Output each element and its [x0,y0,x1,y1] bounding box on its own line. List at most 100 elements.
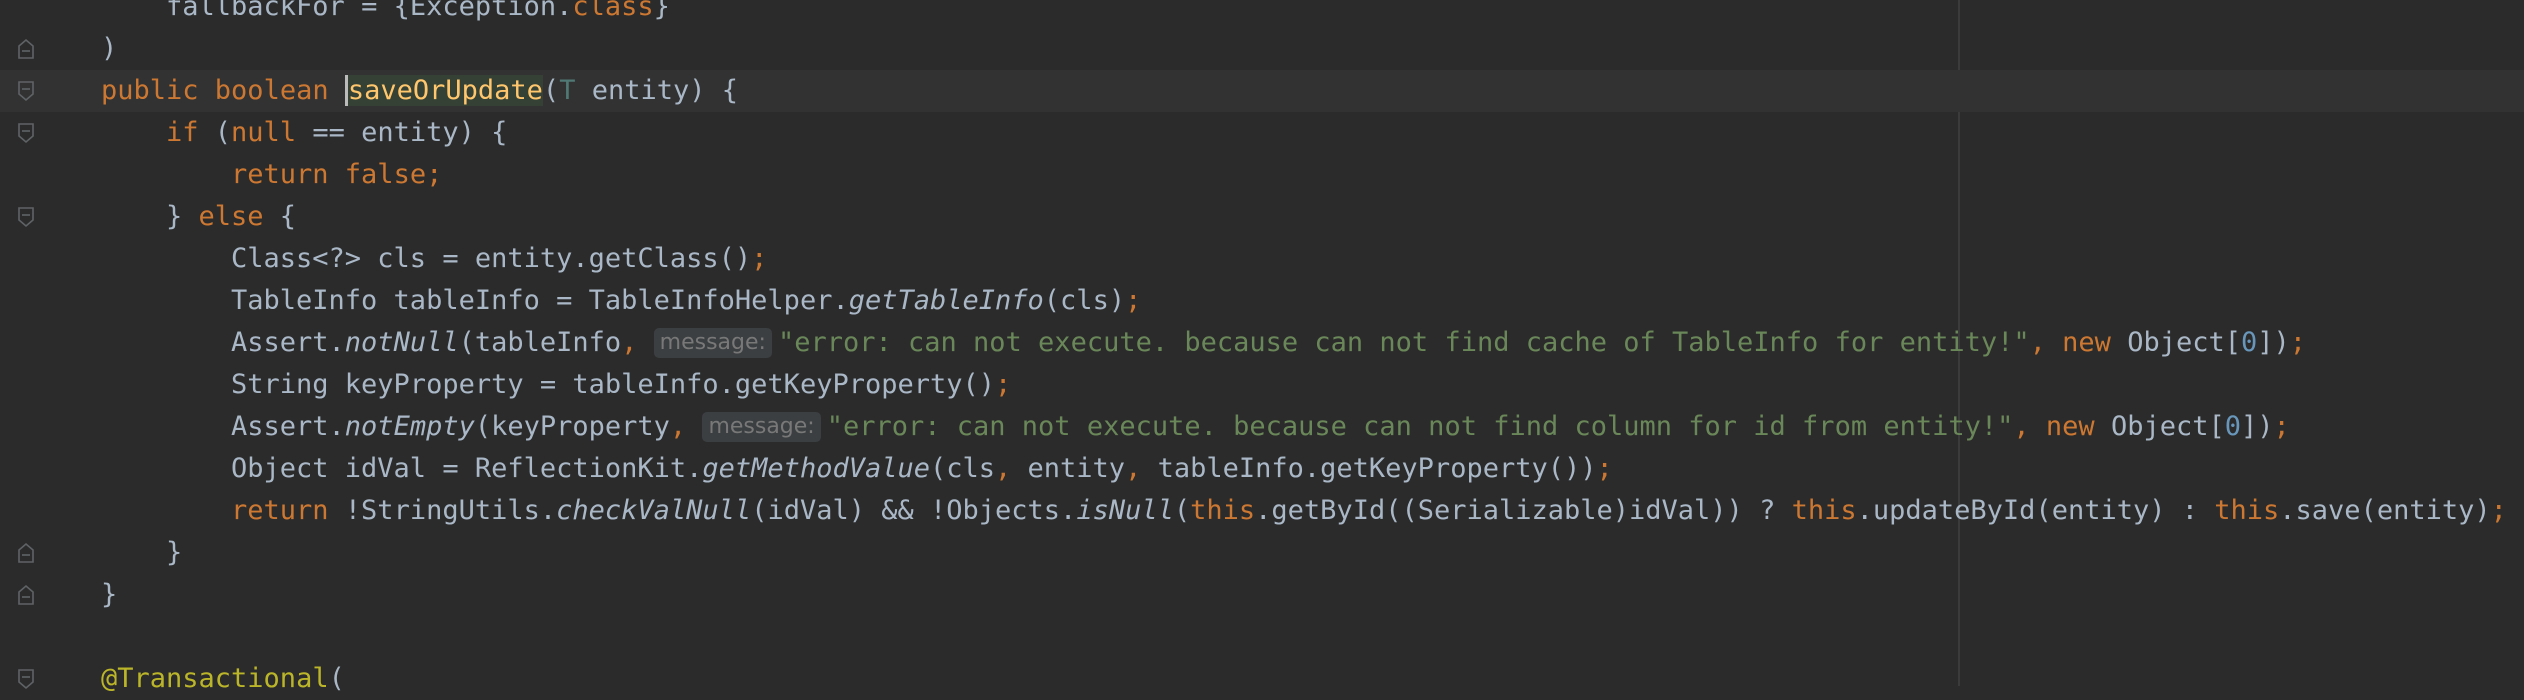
static-method-call: getMethodValue [702,453,930,484]
code-line[interactable]: } [0,532,2524,574]
fold-start-icon[interactable] [17,80,35,102]
code-line[interactable]: } [0,574,2524,616]
keyword-token: return [231,495,345,526]
code-line[interactable]: if (null == entity) { [0,112,2524,154]
keyword-token: ; [995,369,1012,400]
keyword-token: ; [1596,453,1613,484]
code-area[interactable]: fallbackFor = {Exception.class}) public b… [0,0,2524,700]
static-method-call: checkValNull [556,495,752,526]
code-line[interactable]: fallbackFor = {Exception.class} [0,0,2524,28]
code-line-text: } else { [166,196,296,238]
keyword-token: , [2029,327,2063,358]
code-line[interactable]: Assert.notNull(tableInfo, message: "error… [0,322,2524,364]
code-token: (cls [929,453,996,484]
code-token: ( [542,75,560,106]
keyword-token: null [231,117,313,148]
code-token: tableInfo.getKeyProperty()) [1157,453,1597,484]
fold-start-icon[interactable] [17,122,35,144]
keyword-token: if [166,117,215,148]
keyword-token: , [2013,411,2046,442]
keyword-token: ; [2289,327,2307,358]
code-line[interactable]: Assert.notEmpty(keyProperty, message: "er… [0,406,2524,448]
code-token: } [166,201,199,232]
keyword-token: public [101,75,215,106]
keyword-token: return [231,159,345,190]
code-token: entity [1027,453,1126,484]
code-line-text: TableInfo tableInfo = TableInfoHelper.ge… [231,280,1141,322]
code-token: Assert. [231,411,345,442]
code-line-text: ) [101,28,117,70]
code-line[interactable]: @Transactional( [0,658,2524,700]
code-line[interactable]: String keyProperty = tableInfo.getKeyPro… [0,364,2524,406]
keyword-token: this [2214,495,2280,526]
code-token: { [279,201,297,232]
parameter-hint: message: [702,412,821,442]
code-line-text: Class<?> cls = entity.getClass(); [231,238,767,280]
code-line-text: Assert.notEmpty(keyProperty, message: "er… [231,406,2290,448]
fold-end-icon[interactable] [17,38,35,60]
code-line-text: return !StringUtils.checkValNull(idVal) … [231,490,2507,532]
number-literal: 0 [2240,327,2258,358]
current-code-line[interactable]: public boolean saveOrUpdate(T entity) { [0,70,2524,112]
fold-end-icon[interactable] [17,584,35,606]
keyword-token: ; [1125,285,1142,316]
keyword-token: ; [2273,411,2290,442]
code-token: ( [1173,495,1191,526]
code-line[interactable]: ) [0,28,2524,70]
code-line[interactable] [0,616,2524,658]
code-token: TableInfo tableInfo = TableInfoHelper. [231,285,849,316]
code-token: (keyProperty [474,411,670,442]
keyword-token: ; [751,243,768,274]
method-name-highlighted: saveOrUpdate [344,75,543,106]
code-token: ( [214,117,232,148]
static-method-call: isNull [1076,495,1174,526]
keyword-token: this [1791,495,1857,526]
code-token: Object[ [2110,411,2225,442]
code-line[interactable]: return !StringUtils.checkValNull(idVal) … [0,490,2524,532]
code-token: String keyProperty = tableInfo.getKeyPro… [231,369,996,400]
code-token: (idVal) && !Objects. [751,495,1077,526]
static-method-call: getTableInfo [848,285,1044,316]
code-line[interactable]: Object idVal = ReflectionKit.getMethodVa… [0,448,2524,490]
keyword-token: , [669,411,703,442]
code-line-text: Assert.notNull(tableInfo, message: "error… [231,322,2306,364]
code-line[interactable]: TableInfo tableInfo = TableInfoHelper.ge… [0,280,2524,322]
type-parameter: T [559,75,576,106]
keyword-token: new [2045,411,2111,442]
annotation-token: @Transactional [101,663,329,694]
fold-end-icon[interactable] [17,542,35,564]
code-line-text: } [166,532,182,574]
code-token: } [653,0,670,22]
keyword-token: , [1125,453,1158,484]
keyword-token: ; [426,159,443,190]
number-literal: 0 [2224,411,2241,442]
code-line-text: public boolean saveOrUpdate(T entity) { [101,70,738,112]
code-token: ) [101,33,118,64]
code-line-text: } [101,574,117,616]
fold-start-icon[interactable] [17,668,35,690]
code-token: fallbackFor = {Exception. [166,0,573,22]
static-method-call: notNull [344,327,459,358]
code-token: .getById((Serializable)idVal)) ? [1255,495,1792,526]
code-token: ]) [2257,327,2290,358]
code-editor[interactable]: fallbackFor = {Exception.class}) public b… [0,0,2524,694]
fold-start-icon[interactable] [17,206,35,228]
code-token: Assert. [231,327,345,358]
code-line-text: fallbackFor = {Exception.class} [166,0,670,28]
code-token: Object[ [2127,327,2241,358]
code-line[interactable]: } else { [0,196,2524,238]
keyword-token: new [2062,327,2128,358]
keyword-token: else [198,201,280,232]
code-token: (tableInfo [458,327,622,358]
keyword-token: false [344,159,427,190]
code-token: !StringUtils. [344,495,557,526]
string-literal: "error: can not execute. because can not… [826,411,2014,442]
code-line[interactable]: return false; [0,154,2524,196]
code-line-text: String keyProperty = tableInfo.getKeyPro… [231,364,1011,406]
code-token: Object idVal = ReflectionKit. [231,453,703,484]
code-line-text: @Transactional( [101,658,345,700]
keyword-token: , [995,453,1028,484]
keyword-token: this [1190,495,1256,526]
keyword-token: , [621,327,654,358]
code-line[interactable]: Class<?> cls = entity.getClass(); [0,238,2524,280]
